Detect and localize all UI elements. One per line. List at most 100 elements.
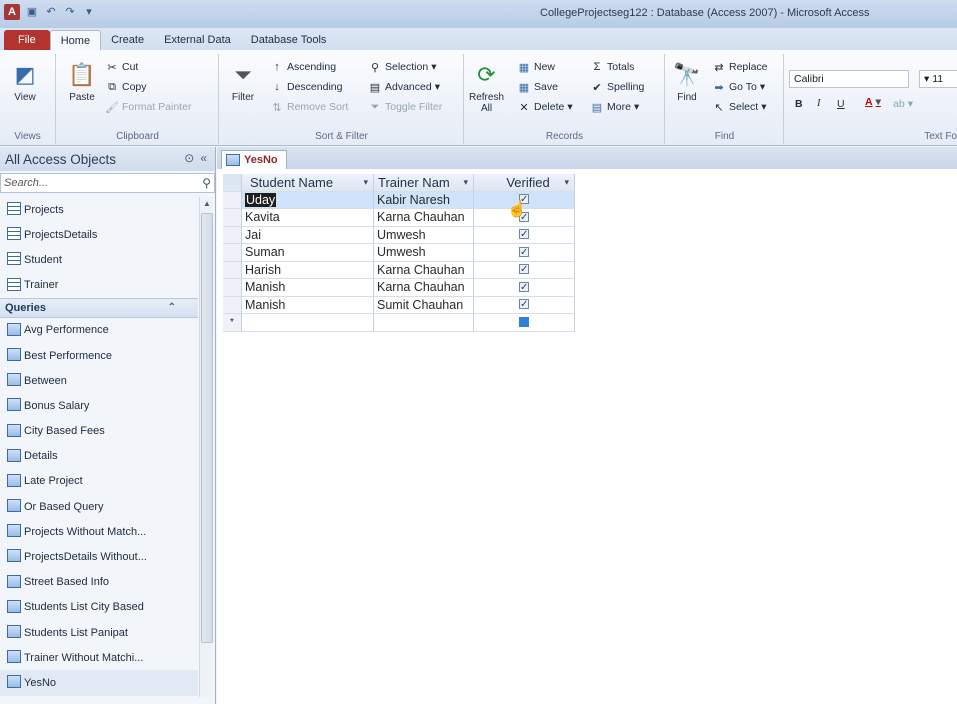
toggle-filter-button[interactable]: ⏷ Toggle Filter — [368, 100, 443, 114]
nav-item-query[interactable]: Trainer Without Matchi... — [0, 645, 198, 670]
table-row[interactable]: Jai Umwesh — [223, 226, 575, 244]
verified-checkbox[interactable] — [519, 227, 529, 243]
cell-student-name[interactable]: Kavita — [242, 209, 374, 227]
cell-student-name[interactable]: Manish — [242, 296, 374, 314]
more-button[interactable]: ▤ More ▾ — [590, 100, 639, 114]
tab-file[interactable]: File — [4, 30, 50, 50]
cell-verified[interactable] — [474, 226, 575, 244]
cell-student-name[interactable]: Manish — [242, 279, 374, 297]
format-painter-button[interactable]: 🖌 Format Painter — [105, 100, 191, 114]
filter-button[interactable]: ⏷ Filter — [228, 60, 258, 103]
new-record-row[interactable]: * — [223, 314, 575, 332]
column-header-student-name[interactable]: Student Name ▾ — [242, 174, 374, 192]
paste-button[interactable]: 📋 Paste — [67, 60, 97, 103]
new-record-checkbox[interactable] — [519, 316, 529, 327]
select-all-corner[interactable] — [223, 174, 242, 192]
italic-button[interactable]: I — [817, 98, 821, 109]
nav-item-query[interactable]: City Based Fees — [0, 419, 198, 444]
tab-database-tools[interactable]: Database Tools — [241, 30, 337, 50]
font-name-select[interactable]: Calibri — [789, 70, 909, 88]
cell-trainer-name[interactable]: Kabir Naresh — [374, 191, 474, 209]
cell-trainer-name[interactable]: Karna Chauhan — [374, 209, 474, 227]
verified-checkbox[interactable] — [519, 244, 529, 261]
save-record-button[interactable]: ▦ Save — [517, 80, 558, 94]
replace-button[interactable]: ⇄ Replace — [712, 60, 767, 74]
chevron-down-icon[interactable]: ▾ — [463, 174, 468, 191]
highlight-button[interactable]: ab ▾ — [893, 98, 913, 110]
underline-button[interactable]: U — [837, 98, 845, 110]
view-button[interactable]: ◩ View — [10, 60, 40, 103]
descending-button[interactable]: ↓ Descending — [270, 80, 342, 94]
cell-student-name[interactable]: Uday — [242, 191, 374, 209]
cell-trainer-name[interactable] — [374, 314, 474, 332]
nav-item-query[interactable]: Between — [0, 368, 198, 393]
record-selector[interactable] — [223, 209, 242, 227]
cell-verified[interactable] — [474, 314, 575, 332]
scroll-thumb[interactable] — [201, 213, 213, 643]
cell-verified[interactable] — [474, 279, 575, 297]
nav-menu-dropdown-icon[interactable]: ⊙ — [184, 151, 194, 165]
nav-item-query[interactable]: Or Based Query — [0, 494, 198, 519]
verified-checkbox[interactable] — [519, 279, 529, 296]
nav-item-query[interactable]: Late Project — [0, 469, 198, 494]
nav-item-query[interactable]: Projects Without Match... — [0, 519, 198, 544]
spelling-button[interactable]: ✔ Spelling — [590, 80, 644, 94]
nav-item-table[interactable]: Projects — [0, 197, 198, 222]
cell-student-name[interactable]: Jai — [242, 226, 374, 244]
ascending-button[interactable]: ↑ Ascending — [270, 60, 336, 74]
find-button[interactable]: 🔭 Find — [672, 60, 702, 103]
new-record-button[interactable]: ▦ New — [517, 60, 555, 74]
record-selector[interactable] — [223, 261, 242, 279]
nav-item-query[interactable]: Best Performence — [0, 343, 198, 368]
scroll-up-icon[interactable]: ▲ — [200, 197, 214, 211]
save-icon[interactable]: ▣ — [25, 5, 39, 19]
queries-group-header[interactable]: Queries ⌃ — [0, 297, 198, 318]
cell-verified[interactable] — [474, 296, 575, 314]
totals-button[interactable]: Σ Totals — [590, 60, 635, 74]
cell-trainer-name[interactable]: Karna Chauhan — [374, 279, 474, 297]
record-selector[interactable] — [223, 191, 242, 209]
tab-create[interactable]: Create — [101, 30, 154, 50]
cell-student-name[interactable]: Suman — [242, 244, 374, 262]
selection-button[interactable]: ⚲ Selection ▾ — [368, 60, 437, 74]
table-row[interactable]: Manish Sumit Chauhan — [223, 296, 575, 314]
nav-item-query[interactable]: Details — [0, 444, 198, 469]
record-selector[interactable] — [223, 296, 242, 314]
select-button[interactable]: ↖ Select ▾ — [712, 100, 766, 114]
record-selector[interactable] — [223, 279, 242, 297]
nav-item-table[interactable]: Trainer — [0, 273, 198, 298]
verified-checkbox[interactable] — [519, 297, 529, 313]
record-selector[interactable] — [223, 226, 242, 244]
nav-item-query[interactable]: YesNo — [0, 670, 198, 696]
remove-sort-button[interactable]: ⇅ Remove Sort — [270, 100, 348, 114]
chevron-down-icon[interactable]: ▾ — [363, 174, 368, 191]
nav-item-table[interactable]: Student — [0, 247, 198, 272]
search-icon[interactable]: ⚲ — [202, 176, 211, 190]
nav-pane-header[interactable]: All Access Objects ⊙ « — [0, 147, 215, 171]
cut-button[interactable]: ✂ Cut — [105, 60, 138, 74]
font-color-button[interactable]: A ▾ — [865, 96, 881, 108]
copy-button[interactable]: ⧉ Copy — [105, 80, 146, 94]
goto-button[interactable]: ➡ Go To ▾ — [712, 80, 765, 94]
nav-item-query[interactable]: Students List Panipat — [0, 620, 198, 645]
tab-external-data[interactable]: External Data — [154, 30, 241, 50]
cell-trainer-name[interactable]: Sumit Chauhan — [374, 296, 474, 314]
column-header-trainer-name[interactable]: Trainer Nam ▾ — [374, 174, 474, 192]
access-app-icon[interactable]: A — [4, 4, 20, 20]
nav-item-query[interactable]: ProjectsDetails Without... — [0, 544, 198, 569]
new-record-marker[interactable]: * — [223, 314, 242, 332]
verified-checkbox[interactable] — [519, 262, 529, 278]
font-size-select[interactable]: ▾ 11 — [919, 70, 957, 88]
nav-item-table[interactable]: ProjectsDetails — [0, 222, 198, 247]
record-selector[interactable] — [223, 244, 242, 262]
nav-scrollbar[interactable]: ▲ — [199, 197, 213, 697]
customize-toolbar-icon[interactable]: ▾ — [82, 5, 96, 19]
chevron-down-icon[interactable]: ▾ — [564, 174, 569, 191]
cell-student-name[interactable] — [242, 314, 374, 332]
nav-item-query[interactable]: Bonus Salary — [0, 393, 198, 418]
table-row[interactable]: Manish Karna Chauhan — [223, 279, 575, 297]
table-row[interactable]: Suman Umwesh — [223, 244, 575, 262]
cell-trainer-name[interactable]: Umwesh — [374, 244, 474, 262]
nav-item-query[interactable]: Avg Performence — [0, 318, 198, 343]
cell-verified[interactable] — [474, 244, 575, 262]
